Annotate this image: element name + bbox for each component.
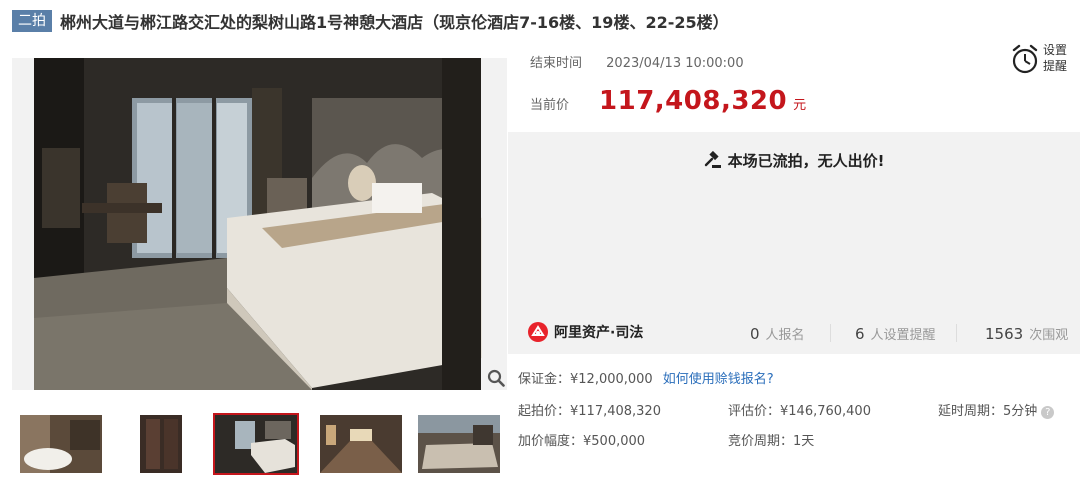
thumbnail-4[interactable] [318,413,404,475]
bid-increment: 加价幅度：¥500,000 [518,434,646,449]
corridor-thumb [320,415,402,473]
auction-status-text: 本场已流拍，无人出价! [727,152,885,170]
end-time-row: 结束时间 2023/04/13 10:00:00 [530,52,744,71]
bid-period: 竞价周期：1天 [728,434,815,449]
suite-thumb [418,415,500,473]
current-price-label: 当前价 [530,98,570,113]
appraisal-price: 评估价：¥146,760,400 [728,404,871,419]
registrants-stat: 0 人报名 [750,324,805,343]
door-thumb [118,415,200,473]
delay-period: 延时周期：5分钟 [938,404,1038,419]
title-row: 二拍 郴州大道与郴江路交汇处的梨树山路1号神憩大酒店（现京伦酒店7-16楼、19… [12,8,1072,34]
stat-divider [830,324,831,342]
views-count: 1563 [985,325,1024,343]
ali-asset-brand[interactable]: 阿里资产·司法 [528,322,643,342]
set-reminder-button[interactable]: 设置提醒 [1003,40,1075,78]
thumbnail-5[interactable] [416,413,502,475]
thumbnail-strip [12,413,507,479]
delay-period-row: 延时周期：5分钟? [938,400,1055,419]
bathroom-thumb [20,415,102,473]
thumbnail-1[interactable] [18,413,104,475]
price-row: 当前价 117,408,320 元 [530,86,806,116]
reminders-stat: 6 人设置提醒 [855,324,936,343]
auction-status: 本场已流拍，无人出价! [508,150,1080,171]
brand-name: 阿里资产·司法 [554,325,644,341]
deposit-help-link[interactable]: 如何使用赊钱报名? [663,372,774,387]
views-unit: 次围观 [1029,328,1069,343]
stat-divider [956,324,957,342]
round-badge: 二拍 [12,10,52,32]
thumbnail-3-active[interactable] [213,413,299,475]
current-price-unit: 元 [793,98,807,113]
end-time-value: 2023/04/13 10:00:00 [606,56,744,71]
auction-status-panel: 本场已流拍，无人出价! [508,132,1080,312]
registrants-unit: 人报名 [765,328,805,343]
deposit-value: 保证金：¥12,000,000 [518,372,653,387]
question-icon[interactable]: ? [1041,406,1055,419]
start-price: 起拍价：¥117,408,320 [518,404,661,419]
current-price-value: 117,408,320 [599,86,788,116]
registrants-count: 0 [750,325,760,343]
stats-bar: 阿里资产·司法 0 人报名 6 人设置提醒 1563 次围观 [508,312,1080,354]
hotel-room-photo [12,58,507,390]
deposit-row: 保证金：¥12,000,000 如何使用赊钱报名? [518,368,774,387]
thumbnail-2[interactable] [116,413,202,475]
reminders-unit: 人设置提醒 [870,328,936,343]
alarm-clock-icon [1012,44,1038,74]
views-stat: 1563 次围观 [985,324,1068,343]
set-reminder-label: 设置提醒 [1043,43,1068,73]
gavel-icon [704,151,721,168]
ali-logo-icon [528,322,548,342]
end-time-label: 结束时间 [530,56,583,71]
reminders-count: 6 [855,325,865,343]
magnifier-icon[interactable] [487,369,505,387]
main-photo[interactable] [12,58,507,390]
page-title: 郴州大道与郴江路交汇处的梨树山路1号神憩大酒店（现京伦酒店7-16楼、19楼、2… [60,13,729,32]
room-thumb [215,415,297,473]
